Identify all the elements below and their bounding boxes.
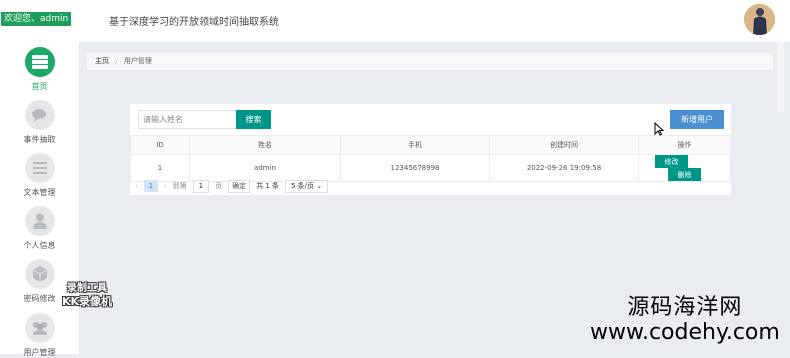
recorder-watermark-line2: KK录像机	[62, 295, 113, 308]
cell-phone: 12345678998	[340, 154, 490, 182]
app-title: 基于深度学习的开放领域时间抽取系统	[109, 17, 279, 28]
page-size-select[interactable]: 5 条/页 ⌄	[285, 179, 329, 193]
goto-confirm-button[interactable]: 确定	[228, 179, 251, 193]
site-watermark-line1: 源码海洋网	[627, 295, 743, 320]
cube-icon	[24, 259, 55, 289]
page-unit-label: 页	[215, 182, 223, 190]
pagination: ‹ 1 › 到第 1 页 确定 共 1 条 5 条/页 ⌄	[135, 179, 334, 193]
user-icon	[24, 206, 55, 236]
users-icon	[24, 313, 55, 343]
site-watermark: 源码海洋网 www.codehy.com	[590, 296, 780, 346]
cell-actions: 修改删除	[638, 154, 731, 182]
welcome-badge: 欢迎您、admin	[1, 12, 72, 26]
user-table: ID 姓名 手机 创建时间 操作 1 admin 12345678998 202…	[130, 135, 731, 182]
top-header: 基于深度学习的开放领域时间抽取系统	[79, 0, 790, 42]
mouse-cursor-icon	[654, 121, 665, 140]
sidebar-item-user-management[interactable]: 用户管理	[0, 313, 79, 358]
recorder-watermark: 录制工具 KK录像机	[62, 282, 112, 308]
recorder-watermark-line1: 录制工具	[67, 283, 108, 294]
goto-page-input[interactable]: 1	[192, 179, 210, 193]
sidebar-item-profile[interactable]: 个人信息	[0, 206, 79, 251]
sidebar-item-label: 首页	[31, 82, 48, 91]
sidebar-item-label: 文本管理	[23, 188, 56, 197]
table-header-row: ID 姓名 手机 创建时间 操作	[130, 135, 731, 155]
chevron-down-icon: ⌄	[316, 181, 323, 190]
add-user-button[interactable]: 新增用户	[670, 110, 724, 129]
sidebar-item-label: 个人信息	[23, 241, 56, 250]
site-watermark-line2: www.codehy.com	[590, 320, 780, 345]
cell-id: 1	[130, 154, 190, 182]
cell-name: admin	[189, 154, 341, 182]
list-icon	[24, 153, 55, 183]
edit-button[interactable]: 修改	[655, 155, 688, 168]
column-header-phone: 手机	[340, 135, 490, 155]
sidebar-item-home[interactable]: 首页	[0, 47, 79, 92]
sidebar-item-label: 用户管理	[23, 348, 56, 357]
column-header-name: 姓名	[189, 135, 341, 155]
breadcrumb: 主页 / 用户管理	[87, 53, 773, 70]
breadcrumb-current: 用户管理	[123, 57, 152, 65]
column-header-id: ID	[130, 135, 190, 155]
page-size-value: 5 条/页	[291, 181, 315, 190]
next-page-button[interactable]: ›	[164, 182, 167, 190]
sidebar-item-text-management[interactable]: 文本管理	[0, 153, 79, 198]
prev-page-button[interactable]: ‹	[135, 182, 138, 190]
server-icon	[24, 47, 55, 77]
delete-button[interactable]: 删除	[668, 168, 701, 181]
breadcrumb-separator: /	[115, 57, 118, 65]
search-input[interactable]	[138, 110, 242, 129]
page-1-button[interactable]: 1	[143, 180, 158, 192]
scrollbar[interactable]	[777, 42, 784, 112]
avatar[interactable]	[744, 4, 775, 35]
search-button[interactable]: 搜索	[236, 110, 271, 129]
breadcrumb-home[interactable]: 主页	[95, 53, 109, 70]
column-header-created: 创建时间	[489, 135, 639, 155]
sidebar-item-label: 事件抽取	[23, 135, 56, 144]
sidebar-item-event-extraction[interactable]: 事件抽取	[0, 100, 79, 145]
goto-label: 到第	[172, 182, 187, 190]
table-row: 1 admin 12345678998 2022-09-26 19:09:58 …	[130, 154, 731, 182]
chat-icon	[24, 100, 55, 130]
total-count: 共 1 条	[256, 182, 279, 190]
cell-created: 2022-09-26 19:09:58	[489, 154, 639, 182]
column-header-actions: 操作	[638, 135, 731, 155]
